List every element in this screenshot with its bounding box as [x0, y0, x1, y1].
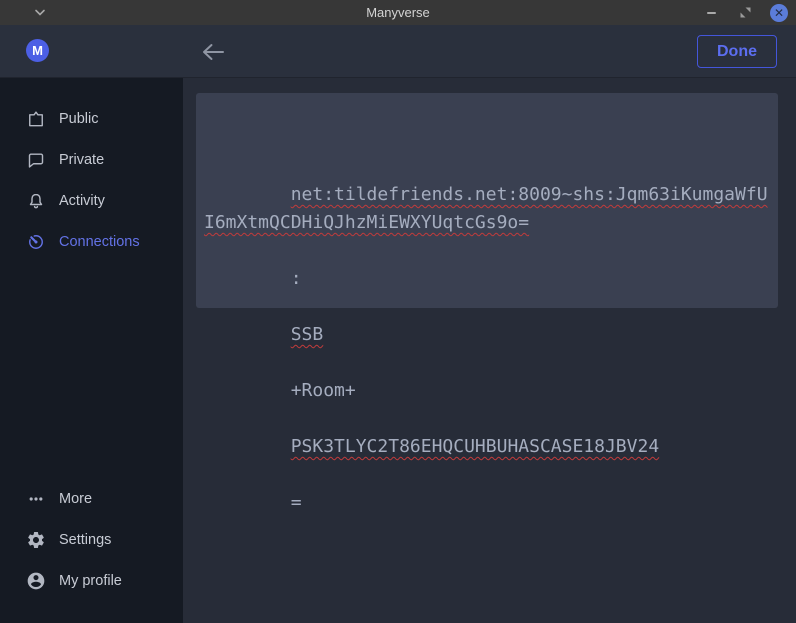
sidebar-item-connections[interactable]: Connections	[0, 221, 183, 262]
sidebar-item-public[interactable]: Public	[0, 98, 183, 139]
private-icon	[25, 149, 46, 170]
minimize-button[interactable]	[702, 4, 720, 22]
invite-code-text: net:tildefriends.net:8009~shs:Jqm63iKumg…	[204, 97, 768, 545]
sidebar-item-label: Public	[59, 111, 99, 127]
invite-code-segment: =	[291, 492, 302, 513]
sidebar-item-label: Activity	[59, 193, 105, 209]
sidebar-item-label: Settings	[59, 532, 111, 548]
sidebar-item-label: Private	[59, 152, 104, 168]
invite-code-segment: PSK3TLYC2T86EHQCUHBUHASCASE18JBV24	[291, 436, 659, 457]
logo-letter: M	[32, 43, 43, 58]
invite-code-input[interactable]: net:tildefriends.net:8009~shs:Jqm63iKumg…	[196, 93, 778, 308]
sidebar-item-label: Connections	[59, 234, 140, 250]
sidebar-item-activity[interactable]: Activity	[0, 180, 183, 221]
window-titlebar: Manyverse ✕	[0, 0, 796, 25]
restore-button[interactable]	[736, 4, 754, 22]
sidebar-item-more[interactable]: More	[0, 478, 183, 519]
manyverse-logo: M	[26, 39, 49, 62]
sidebar-item-my-profile[interactable]: My profile	[0, 560, 183, 601]
more-icon	[25, 488, 46, 509]
main-content: net:tildefriends.net:8009~shs:Jqm63iKumg…	[183, 78, 796, 623]
app-header: M Done	[0, 25, 796, 78]
sidebar-spacer	[0, 262, 183, 478]
sidebar: Public Private Activity	[0, 78, 183, 623]
sidebar-item-private[interactable]: Private	[0, 139, 183, 180]
window-title: Manyverse	[0, 0, 796, 25]
close-icon: ✕	[770, 4, 788, 22]
invite-code-segment: :	[291, 268, 302, 289]
back-arrow-icon	[201, 42, 225, 62]
connections-icon	[25, 231, 46, 252]
restore-icon	[740, 7, 751, 18]
sidebar-item-label: My profile	[59, 573, 122, 589]
sidebar-item-label: More	[59, 491, 92, 507]
public-icon	[25, 108, 46, 129]
activity-icon	[25, 190, 46, 211]
back-button[interactable]	[198, 38, 228, 66]
profile-icon	[25, 570, 46, 591]
sidebar-top-group: Public Private Activity	[0, 98, 183, 262]
close-button[interactable]: ✕	[770, 4, 788, 22]
sidebar-bottom-group: More Settings My profile	[0, 478, 183, 601]
invite-code-segment: +Room+	[291, 380, 356, 401]
invite-code-segment: net:tildefriends.net:8009~shs:Jqm63iKumg…	[204, 184, 768, 233]
window-controls: ✕	[702, 0, 788, 25]
minimize-icon	[707, 12, 716, 14]
invite-code-segment: SSB	[291, 324, 324, 345]
settings-icon	[25, 529, 46, 550]
sidebar-item-settings[interactable]: Settings	[0, 519, 183, 560]
done-button[interactable]: Done	[697, 35, 777, 68]
